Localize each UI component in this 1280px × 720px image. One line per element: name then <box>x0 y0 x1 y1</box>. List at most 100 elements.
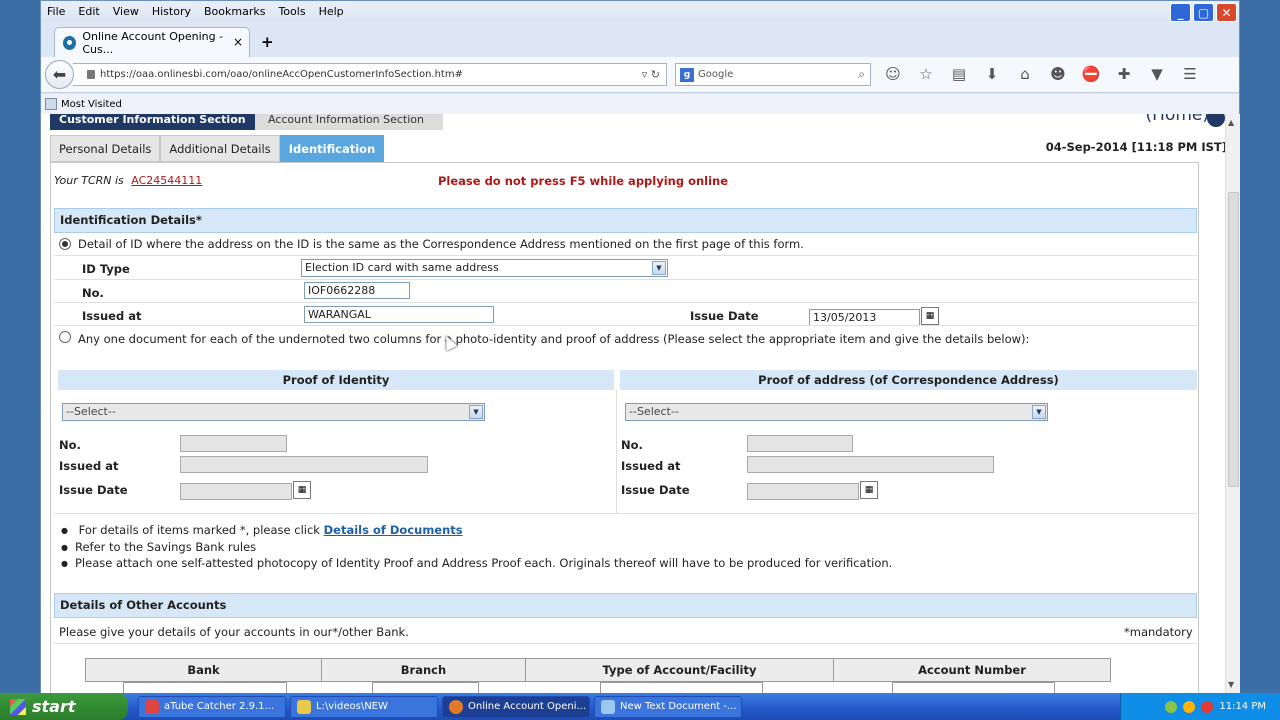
issued-at-label: Issued at <box>82 309 142 323</box>
menu-edit[interactable]: Edit <box>78 5 99 18</box>
tcrn-value[interactable]: AC24544111 <box>131 174 202 187</box>
home-icon[interactable]: ⌂ <box>1015 65 1035 83</box>
chevron-down-icon: ▼ <box>652 261 666 275</box>
menu-help[interactable]: Help <box>319 5 344 18</box>
id-type-value: Election ID card with same address <box>305 261 499 274</box>
right-issued-at-label: Issued at <box>621 459 681 473</box>
proof-address-select[interactable]: --Select-- ▼ <box>625 403 1048 421</box>
f5-warning: Please do not press F5 while applying on… <box>438 174 729 188</box>
notepad-icon <box>601 699 615 714</box>
download-icon[interactable]: ⬇ <box>982 65 1002 83</box>
issue-date-input[interactable]: 13/05/2013 <box>809 309 920 326</box>
proof-identity-select[interactable]: --Select-- ▼ <box>62 403 485 421</box>
arrow-down-green-icon[interactable]: ▼ <box>1147 65 1167 83</box>
taskbar-item-explorer[interactable]: L:\videos\NEW <box>290 695 438 718</box>
windows-logo-icon <box>10 698 26 715</box>
note-attach-photocopy: Please attach one self-attested photocop… <box>61 556 892 570</box>
mandatory-note: *mandatory <box>1124 625 1193 639</box>
tab-identification[interactable]: Identification <box>279 135 385 162</box>
left-issued-at-input[interactable] <box>180 456 428 473</box>
tab-personal-details[interactable]: Personal Details <box>50 135 161 162</box>
search-bar[interactable]: g Google ⌕ <box>675 63 871 86</box>
scrollbar-thumb[interactable] <box>1228 192 1239 487</box>
issued-at-input[interactable]: WARANGAL <box>304 306 494 323</box>
taskbar-item-firefox[interactable]: Online Account Openi... <box>442 695 590 718</box>
right-issue-date-input[interactable] <box>747 483 859 500</box>
new-tab-button[interactable]: + <box>261 33 274 51</box>
url-text: https://oaa.onlinesbi.com/oao/onlineAccO… <box>100 69 463 80</box>
section-tab-account[interactable]: Account Information Section <box>255 114 443 130</box>
left-no-input[interactable] <box>180 435 287 452</box>
addon-icon[interactable]: ☺ <box>883 65 903 83</box>
close-window-icon[interactable]: ✕ <box>1216 3 1237 22</box>
bookmark-star-icon[interactable]: ☆ <box>916 65 936 83</box>
scroll-down-icon[interactable]: ▼ <box>1228 680 1234 689</box>
google-icon[interactable]: g <box>680 67 694 82</box>
menu-tools[interactable]: Tools <box>278 5 305 18</box>
calendar-icon[interactable]: ▦ <box>293 481 311 499</box>
lock-icon <box>87 70 95 79</box>
id-no-input[interactable]: IOF0662288 <box>304 282 410 299</box>
adblock-icon[interactable]: ⛔ <box>1081 65 1101 83</box>
option-any-document-radio[interactable] <box>59 331 71 343</box>
system-tray: 11:14 PM <box>1120 693 1280 720</box>
menu-view[interactable]: View <box>113 5 139 18</box>
right-no-label: No. <box>621 438 643 452</box>
folder-icon <box>297 699 311 714</box>
table-header-branch: Branch <box>321 658 526 682</box>
vertical-scrollbar[interactable]: ▲ ▼ <box>1225 114 1240 694</box>
menu-file[interactable]: File <box>47 5 65 18</box>
tcrn-line: Your TCRN is AC24544111 <box>54 174 202 187</box>
other-accounts-text: Please give your details of your account… <box>59 625 409 639</box>
id-no-label: No. <box>82 286 104 300</box>
home-circle-icon[interactable] <box>1207 114 1225 127</box>
url-bar[interactable]: https://oaa.onlinesbi.com/oao/onlineAccO… <box>73 63 667 86</box>
taskbar-item-notepad[interactable]: New Text Document -... <box>594 695 742 718</box>
tab-additional-details[interactable]: Additional Details <box>160 135 280 162</box>
calendar-icon[interactable]: ▦ <box>921 307 939 325</box>
reading-list-icon[interactable]: ▤ <box>949 65 969 83</box>
scroll-up-icon[interactable]: ▲ <box>1228 118 1234 127</box>
option-same-address-text: Detail of ID where the address on the ID… <box>78 237 804 251</box>
menu-history[interactable]: History <box>152 5 191 18</box>
home-link[interactable]: (Home) <box>1146 114 1209 125</box>
chevron-down-icon: ▼ <box>1032 405 1046 419</box>
tray-network-icon[interactable] <box>1165 700 1178 713</box>
minimize-icon[interactable]: _ <box>1170 3 1191 22</box>
taskbar-item-atube-label: aTube Catcher 2.9.1... <box>164 701 275 712</box>
search-icon[interactable]: ⌕ <box>858 67 865 82</box>
proof-identity-header: Proof of Identity <box>58 370 614 390</box>
back-button[interactable]: ⬅ <box>45 60 74 89</box>
calendar-icon[interactable]: ▦ <box>860 481 878 499</box>
left-issue-date-label: Issue Date <box>59 483 128 497</box>
id-type-select[interactable]: Election ID card with same address ▼ <box>301 259 668 277</box>
taskbar-item-atube[interactable]: aTube Catcher 2.9.1... <box>138 695 286 718</box>
right-issue-date-label: Issue Date <box>621 483 690 497</box>
right-no-input[interactable] <box>747 435 853 452</box>
menu-hamburger-icon[interactable]: ☰ <box>1180 65 1200 83</box>
reload-icon[interactable]: ▿ ↻ <box>642 68 660 81</box>
browser-window: File Edit View History Bookmarks Tools H… <box>40 0 1240 694</box>
most-visited-bookmark[interactable]: Most Visited <box>61 99 122 110</box>
site-favicon-icon <box>63 35 77 50</box>
tray-security-icon[interactable] <box>1201 700 1214 713</box>
start-button[interactable]: start <box>0 693 128 720</box>
tab-close-icon[interactable]: × <box>233 35 243 49</box>
menu-bookmarks[interactable]: Bookmarks <box>204 5 265 18</box>
puzzle-icon[interactable]: ✚ <box>1114 65 1134 83</box>
option-same-address-radio[interactable] <box>59 238 71 250</box>
navigation-bar: https://oaa.onlinesbi.com/oao/onlineAccO… <box>41 57 1239 93</box>
right-issued-at-input[interactable] <box>747 456 994 473</box>
taskbar-item-firefox-label: Online Account Openi... <box>468 701 587 712</box>
monkey-icon[interactable]: ☻ <box>1048 65 1068 83</box>
left-issue-date-input[interactable] <box>180 483 292 500</box>
browser-tab[interactable]: Online Account Opening - Cus... × <box>54 27 250 57</box>
details-of-documents-link[interactable]: Details of Documents <box>324 523 463 537</box>
section-tab-customer[interactable]: Customer Information Section <box>50 114 255 130</box>
toolbar-icons: ☺ ☆ ▤ ⬇ ⌂ ☻ ⛔ ✚ ▼ ☰ <box>883 65 1200 83</box>
tab-strip: Online Account Opening - Cus... × + <box>41 25 1239 57</box>
other-accounts-header: Details of Other Accounts <box>54 593 1197 618</box>
option-any-document-text: Any one document for each of the underno… <box>78 332 1030 346</box>
tray-app-icon[interactable] <box>1183 700 1196 713</box>
maximize-icon[interactable]: ▢ <box>1193 3 1214 22</box>
